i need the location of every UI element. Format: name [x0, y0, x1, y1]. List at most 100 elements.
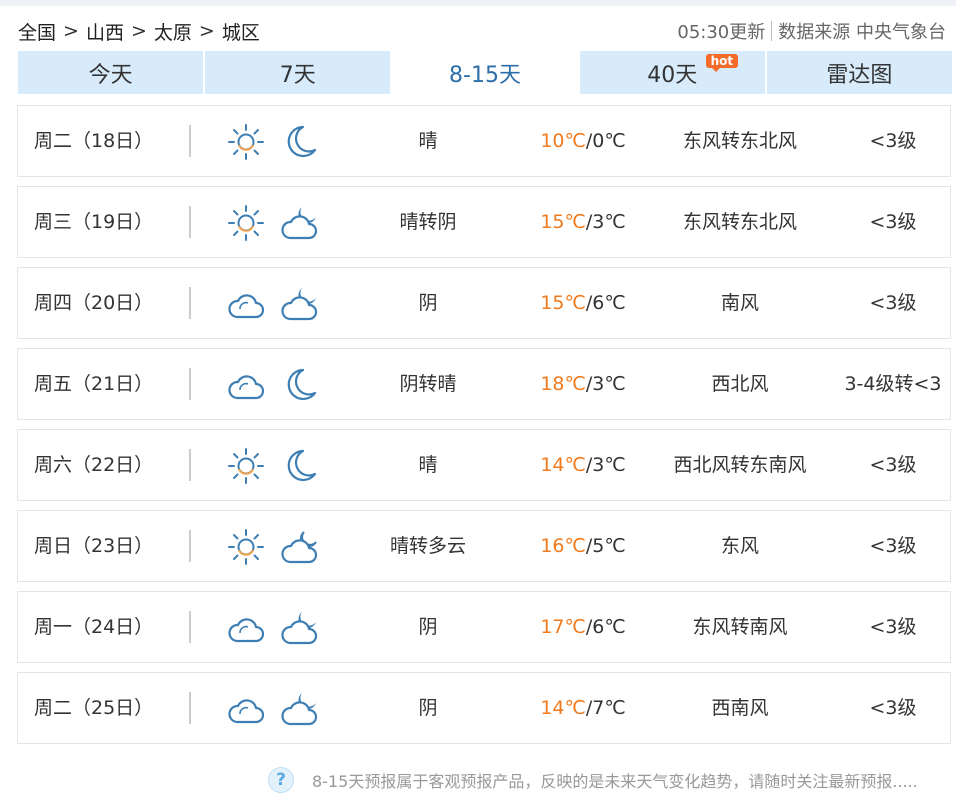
tab-8-15-days[interactable]: 8-15天 [392, 51, 578, 94]
sun-icon [226, 204, 266, 242]
high-temperature: 18℃ [540, 373, 586, 395]
cloudy-night-icon [280, 690, 320, 728]
weather-icons [226, 528, 320, 566]
weather-description: 阴 [418, 292, 438, 314]
high-temperature: 15℃ [540, 211, 586, 233]
low-temperature: /0℃ [585, 130, 626, 152]
high-temperature: 10℃ [540, 130, 586, 152]
weather-description: 阴 [418, 616, 438, 638]
moon-icon [280, 447, 320, 485]
data-source-text: 数据来源 中央气象台 [778, 22, 946, 43]
low-temperature: /3℃ [585, 211, 626, 233]
tab-radar[interactable]: 雷达图 [766, 51, 953, 94]
forecast-note-text: 8-15天预报属于客观预报产品，反映的是未来天气变化趋势，请随时关注最新预报..… [312, 772, 918, 791]
wind-level: <3级 [869, 697, 917, 719]
temperature-range: 14℃/3℃ [518, 430, 648, 500]
weather-description: 晴 [418, 130, 438, 152]
row-divider [189, 611, 191, 643]
low-temperature: /3℃ [585, 373, 626, 395]
forecast-date: 周四（20日） [34, 292, 154, 314]
row-divider [189, 287, 191, 319]
wind-level: <3级 [869, 211, 917, 233]
weather-description: 阴 [418, 697, 438, 719]
weather-icons [226, 123, 320, 161]
wind-direction: 南风 [720, 292, 759, 314]
wind-level: 3-4级转<3 [844, 373, 942, 395]
tab-label: 7天 [279, 62, 316, 88]
forecast-row: 周二（25日） 阴 14℃/7℃ 西南风 <3级 [17, 672, 951, 744]
low-temperature: /6℃ [585, 616, 626, 638]
tab-7-days[interactable]: 7天 [205, 51, 391, 94]
wind-direction: 东风转南风 [692, 616, 788, 638]
tab-label: 今天 [88, 62, 133, 88]
forecast-row: 周一（24日） 阴 17℃/6℃ 东风转南风 <3级 [17, 591, 951, 663]
forecast-date: 周五（21日） [34, 373, 154, 395]
breadcrumb-separator: > [63, 20, 79, 42]
temperature-range: 16℃/5℃ [518, 511, 648, 581]
update-time: 05:30更新 [677, 22, 766, 43]
high-temperature: 14℃ [540, 697, 586, 719]
breadcrumb-separator: > [198, 20, 215, 42]
tab-label: 8-15天 [449, 62, 521, 88]
data-source-info: 05:30更新 数据来源 中央气象台 [677, 18, 946, 44]
sun-icon [226, 528, 266, 566]
weather-description: 晴 [418, 454, 438, 476]
hot-badge: hot [705, 54, 739, 72]
forecast-tabs: 今天 7天 8-15天 40天 hot 雷达图 [18, 51, 953, 94]
forecast-row: 周日（23日） 晴转多云 16℃/5℃ 东风 <3级 [17, 510, 951, 582]
temperature-range: 15℃/6℃ [518, 268, 648, 338]
weather-description: 晴转阴 [399, 211, 457, 233]
breadcrumb-item-city[interactable]: 太原 [154, 18, 192, 45]
moon-icon [280, 366, 320, 404]
wind-direction: 西北风转东南风 [673, 454, 807, 476]
weather-description: 阴转晴 [399, 373, 457, 395]
header-bar: 全国 > 山西 > 太原 > 城区 05:30更新 数据来源 中央气象台 [18, 14, 946, 48]
high-temperature: 16℃ [540, 535, 586, 557]
weather-icons [226, 285, 320, 323]
cloud-icon [226, 285, 266, 323]
breadcrumb: 全国 > 山西 > 太原 > 城区 [18, 18, 260, 45]
forecast-date: 周二（18日） [34, 130, 154, 152]
forecast-row: 周三（19日） 晴转阴 15℃/3℃ 东风转东北风 <3级 [17, 186, 951, 258]
forecast-row: 周六（22日） 晴 14℃/3℃ 西北风转东南风 <3级 [17, 429, 951, 501]
forecast-date: 周六（22日） [34, 454, 154, 476]
row-divider [189, 368, 191, 400]
temperature-range: 14℃/7℃ [518, 673, 648, 743]
sun-icon [226, 447, 266, 485]
forecast-row: 周二（18日） 晴 10℃/0℃ 东风转东北风 <3级 [17, 105, 951, 177]
wind-level: <3级 [869, 616, 917, 638]
wind-level: <3级 [869, 292, 917, 314]
wind-level: <3级 [869, 454, 917, 476]
forecast-date: 周一（24日） [34, 616, 154, 638]
tab-40-days[interactable]: 40天 hot [579, 51, 765, 94]
forecast-list: 周二（18日）晴 10℃/0℃ 东风转东北风 <3级 周三（19日） 晴转阴 15℃/3℃ 东… [17, 105, 951, 753]
moon-icon [280, 123, 320, 161]
breadcrumb-item-district: 城区 [221, 21, 260, 44]
weather-icons [226, 690, 320, 728]
question-icon[interactable]: ? [268, 767, 294, 793]
wind-direction: 西南风 [711, 697, 769, 719]
weather-icons [226, 609, 320, 647]
cloudy-night-icon [280, 285, 320, 323]
cloud-icon [226, 690, 266, 728]
temperature-range: 10℃/0℃ [518, 106, 648, 176]
weather-icons [226, 204, 320, 242]
forecast-row: 周四（20日） 阴 15℃/6℃ 南风 <3级 [17, 267, 951, 339]
partly-cloudy-night-icon [280, 528, 320, 566]
wind-direction: 西北风 [711, 373, 769, 395]
tab-today[interactable]: 今天 [18, 51, 204, 94]
low-temperature: /5℃ [585, 535, 626, 557]
weather-icons [226, 366, 320, 404]
row-divider [189, 530, 191, 562]
divider [771, 21, 773, 41]
breadcrumb-item-province[interactable]: 山西 [86, 18, 124, 45]
tab-label: 40天 [647, 62, 698, 88]
temperature-range: 15℃/3℃ [518, 187, 648, 257]
cloudy-night-icon [280, 204, 320, 242]
wind-level: <3级 [869, 130, 917, 152]
breadcrumb-item-country[interactable]: 全国 [18, 18, 56, 45]
wind-direction: 东风转东北风 [682, 130, 797, 152]
cloud-icon [226, 366, 266, 404]
wind-level: <3级 [869, 535, 917, 557]
forecast-note: ? 8-15天预报属于客观预报产品，反映的是未来天气变化趋势，请随时关注最新预报… [268, 765, 918, 795]
